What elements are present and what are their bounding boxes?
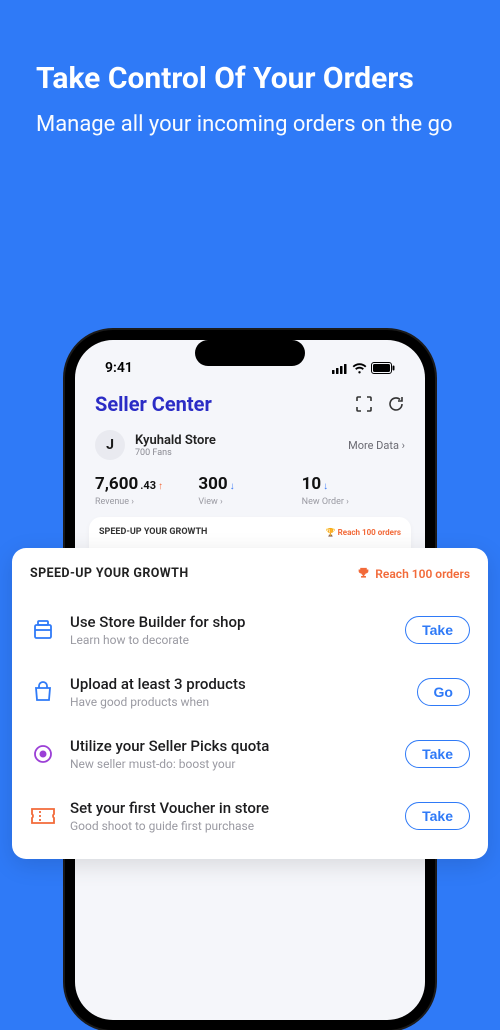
store-fans: 700 Fans: [135, 448, 216, 458]
trophy-icon: 🏆: [326, 528, 336, 537]
store-builder-icon: [30, 617, 56, 643]
growth-task: Utilize your Seller Picks quota New selle…: [30, 723, 470, 785]
arrow-down-icon: ↓: [230, 482, 235, 492]
growth-task: Use Store Builder for shop Learn how to d…: [30, 599, 470, 661]
task-subtitle: Have good products when: [70, 695, 403, 709]
stats-row: 7,600.43↑ Revenue › 300↓ View › 10↓ New …: [93, 470, 407, 509]
task-title: Utilize your Seller Picks quota: [70, 737, 391, 755]
task-cta-button[interactable]: Take: [405, 802, 470, 830]
trophy-icon: [357, 567, 370, 580]
bag-icon: [30, 679, 56, 705]
scan-icon[interactable]: [355, 395, 373, 413]
page-title: Seller Center: [95, 392, 212, 416]
task-cta-button[interactable]: Take: [405, 740, 470, 768]
reach-goal[interactable]: Reach 100 orders: [357, 567, 470, 581]
voucher-icon: [30, 803, 56, 829]
task-subtitle: New seller must-do: boost your: [70, 757, 391, 771]
growth-task: Set your first Voucher in store Good shoo…: [30, 785, 470, 839]
task-title: Use Store Builder for shop: [70, 613, 391, 631]
growth-card-title: SPEED-UP YOUR GROWTH: [30, 566, 189, 581]
stat-revenue[interactable]: 7,600.43↑ Revenue ›: [95, 474, 198, 507]
store-avatar[interactable]: J: [95, 430, 125, 460]
task-title: Set your first Voucher in store: [70, 799, 391, 817]
stat-view[interactable]: 300↓ View ›: [198, 474, 301, 507]
arrow-up-icon: ↑: [158, 482, 163, 492]
phone-notch: [195, 340, 305, 366]
task-cta-button[interactable]: Take: [405, 616, 470, 644]
arrow-down-icon: ↓: [323, 482, 328, 492]
growth-card: SPEED-UP YOUR GROWTH Reach 100 orders Us…: [12, 548, 488, 859]
hero-title: Take Control Of Your Orders: [36, 60, 464, 98]
wifi-icon: [352, 363, 367, 374]
task-title: Upload at least 3 products: [70, 675, 403, 693]
task-cta-button[interactable]: Go: [417, 678, 470, 706]
stat-new-order[interactable]: 10↓ New Order ›: [302, 474, 405, 507]
refresh-icon[interactable]: [387, 395, 405, 413]
signal-icon: [332, 363, 348, 374]
task-subtitle: Good shoot to guide first purchase: [70, 819, 391, 833]
store-name: Kyuhald Store: [135, 433, 216, 448]
more-data-link[interactable]: More Data ›: [348, 439, 405, 452]
picks-icon: [30, 741, 56, 767]
battery-icon: [371, 362, 395, 374]
growth-task: Upload at least 3 products Have good prod…: [30, 661, 470, 723]
status-time: 9:41: [105, 360, 133, 376]
hero-subtitle: Manage all your incoming orders on the g…: [36, 110, 464, 140]
task-subtitle: Learn how to decorate: [70, 633, 391, 647]
